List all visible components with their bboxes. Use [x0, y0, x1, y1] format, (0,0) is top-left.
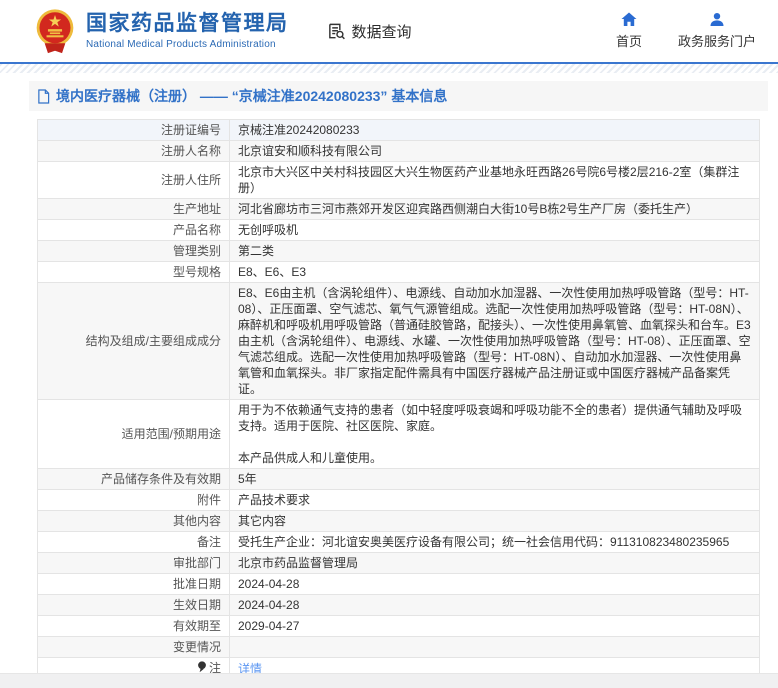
site-logo[interactable]: 国家药品监督管理局 National Medical Products Admi… — [34, 8, 289, 55]
table-row: 审批部门北京市药品监督管理局 — [38, 553, 760, 574]
row-value: 产品技术要求 — [230, 490, 760, 511]
row-value: 其它内容 — [230, 511, 760, 532]
site-title: 国家药品监督管理局 — [86, 12, 289, 36]
row-value: E8、E6由主机（含涡轮组件）、电源线、自动加水加湿器、一次性使用加热呼吸管路（… — [230, 283, 760, 400]
row-label: 注册人名称 — [38, 141, 230, 162]
row-value: 2029-04-27 — [230, 616, 760, 637]
page-title: 境内医疗器械（注册） —— “京械注准20242080233” 基本信息 — [56, 86, 447, 106]
row-label: 结构及组成/主要组成成分 — [38, 283, 230, 400]
site-header: 国家药品监督管理局 National Medical Products Admi… — [0, 0, 778, 62]
table-row: 变更情况 — [38, 637, 760, 658]
table-row: 生产地址河北省廊坊市三河市燕郊开发区迎宾路西侧潮白大街10号B栋2号生产厂房（委… — [38, 199, 760, 220]
table-row: 型号规格E8、E6、E3 — [38, 262, 760, 283]
row-value: E8、E6、E3 — [230, 262, 760, 283]
row-label: 注册证编号 — [38, 120, 230, 141]
row-label: 其他内容 — [38, 511, 230, 532]
table-row: 附件产品技术要求 — [38, 490, 760, 511]
nav-item-home[interactable]: 首页 — [616, 12, 642, 50]
table-row: 注册人住所北京市大兴区中关村科技园区大兴生物医药产业基地永旺西路26号院6号楼2… — [38, 162, 760, 199]
china-national-emblem-icon — [34, 8, 76, 55]
table-row: 注册人名称北京谊安和顺科技有限公司 — [38, 141, 760, 162]
nav-home-label: 首页 — [616, 31, 642, 50]
row-label: 变更情况 — [38, 637, 230, 658]
nav-portal-label: 政务服务门户 — [678, 31, 756, 50]
table-row: 注册证编号京械注准20242080233 — [38, 120, 760, 141]
header-separator-hatch — [0, 64, 778, 73]
row-label: 产品储存条件及有效期 — [38, 469, 230, 490]
row-value: 2024-04-28 — [230, 574, 760, 595]
row-label: 生产地址 — [38, 199, 230, 220]
row-label: 批准日期 — [38, 574, 230, 595]
table-row: 备注受托生产企业：河北谊安奥美医疗设备有限公司；统一社会信用代码：9113108… — [38, 532, 760, 553]
footer-strip — [0, 673, 778, 688]
header-nav: 首页 政务服务门户 — [616, 12, 762, 50]
home-icon — [621, 12, 637, 27]
info-table-body: 注册证编号京械注准20242080233注册人名称北京谊安和顺科技有限公司注册人… — [38, 120, 760, 680]
row-value: 京械注准20242080233 — [230, 120, 760, 141]
nav-item-portal[interactable]: 政务服务门户 — [678, 12, 756, 50]
row-label: 型号规格 — [38, 262, 230, 283]
row-value: 无创呼吸机 — [230, 220, 760, 241]
row-label: 有效期至 — [38, 616, 230, 637]
row-value: 用于为不依赖通气支持的患者（如中轻度呼吸衰竭和呼吸功能不全的患者）提供通气辅助及… — [230, 400, 760, 469]
row-label: 附件 — [38, 490, 230, 511]
row-value: 2024-04-28 — [230, 595, 760, 616]
table-row: 批准日期2024-04-28 — [38, 574, 760, 595]
row-label: 管理类别 — [38, 241, 230, 262]
row-value: 北京市大兴区中关村科技园区大兴生物医药产业基地永旺西路26号院6号楼2层216-… — [230, 162, 760, 199]
table-row: 有效期至2029-04-27 — [38, 616, 760, 637]
row-label: 备注 — [38, 532, 230, 553]
user-icon — [709, 12, 725, 27]
document-icon — [37, 89, 50, 104]
row-value: 北京市药品监督管理局 — [230, 553, 760, 574]
row-label: 生效日期 — [38, 595, 230, 616]
row-value: 受托生产企业：河北谊安奥美医疗设备有限公司；统一社会信用代码：911310823… — [230, 532, 760, 553]
page-title-bar: 境内医疗器械（注册） —— “京械注准20242080233” 基本信息 — [29, 81, 768, 111]
row-value: 第二类 — [230, 241, 760, 262]
site-subtitle: National Medical Products Administration — [86, 39, 289, 50]
registration-info-table: 注册证编号京械注准20242080233注册人名称北京谊安和顺科技有限公司注册人… — [37, 119, 760, 680]
data-query-label: 数据查询 — [352, 21, 412, 42]
table-row: 结构及组成/主要组成成分E8、E6由主机（含涡轮组件）、电源线、自动加水加湿器、… — [38, 283, 760, 400]
row-label: 注册人住所 — [38, 162, 230, 199]
table-row: 产品名称无创呼吸机 — [38, 220, 760, 241]
row-label: 审批部门 — [38, 553, 230, 574]
data-query-button[interactable]: 数据查询 — [327, 21, 412, 42]
row-label: 产品名称 — [38, 220, 230, 241]
row-value: 北京谊安和顺科技有限公司 — [230, 141, 760, 162]
row-value: 5年 — [230, 469, 760, 490]
table-row: 适用范围/预期用途用于为不依赖通气支持的患者（如中轻度呼吸衰竭和呼吸功能不全的患… — [38, 400, 760, 469]
row-value — [230, 637, 760, 658]
table-row: 产品储存条件及有效期5年 — [38, 469, 760, 490]
row-value: 河北省廊坊市三河市燕郊开发区迎宾路西侧潮白大街10号B栋2号生产厂房（委托生产） — [230, 199, 760, 220]
table-row: 生效日期2024-04-28 — [38, 595, 760, 616]
site-title-block: 国家药品监督管理局 National Medical Products Admi… — [86, 12, 289, 49]
info-table-wrap: 注册证编号京械注准20242080233注册人名称北京谊安和顺科技有限公司注册人… — [37, 119, 760, 680]
main-content: 境内医疗器械（注册） —— “京械注准20242080233” 基本信息 注册证… — [29, 81, 768, 680]
document-search-icon — [327, 22, 346, 41]
table-row: 其他内容其它内容 — [38, 511, 760, 532]
table-row: 管理类别第二类 — [38, 241, 760, 262]
row-label: 适用范围/预期用途 — [38, 400, 230, 469]
